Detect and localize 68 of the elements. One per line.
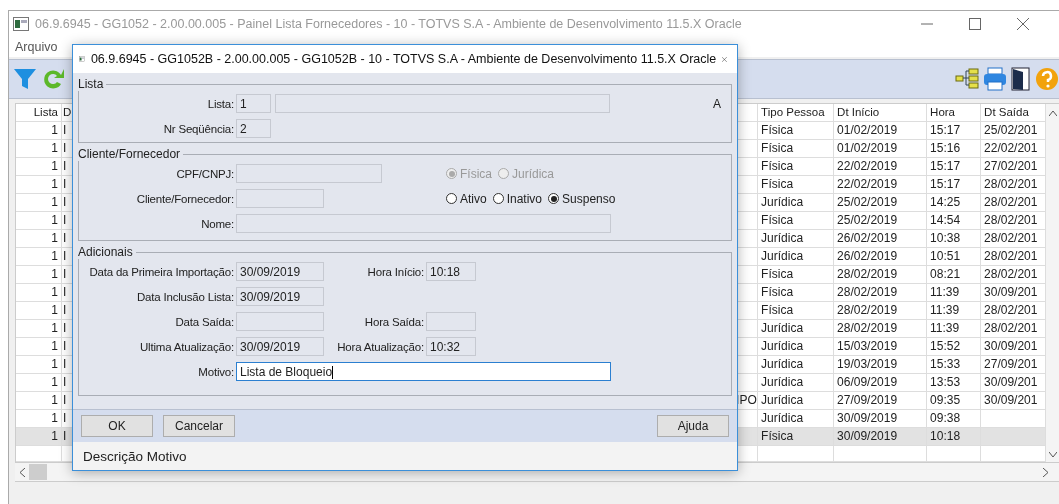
- input-field[interactable]: [426, 312, 476, 331]
- table-cell: 30/09/201: [984, 285, 1038, 299]
- scroll-right-icon[interactable]: [1043, 467, 1049, 477]
- field-label: Lista:: [206, 97, 235, 110]
- table-cell: 28/02/201: [984, 303, 1038, 317]
- input-field[interactable]: [236, 189, 324, 208]
- window-title: 06.9.6945 - GG1052 - 2.00.00.005 - Painel Lista Fornecedores - 10 - TOTVS S.A - Ambiente de Desenvolvimento 11.5.X Oracle: [35, 17, 743, 31]
- radio-option[interactable]: Inativo: [492, 191, 543, 206]
- menu-item[interactable]: Arquivo: [11, 40, 62, 54]
- field-label: Ultima Atualização:: [139, 340, 235, 353]
- field-label: Nome:: [200, 217, 235, 230]
- field-label: Hora Saída:: [363, 315, 425, 328]
- table-cell: 25/02/201: [984, 123, 1038, 137]
- table-cell: 28/02/201: [984, 177, 1038, 191]
- input-field[interactable]: 1: [236, 94, 271, 113]
- input-field[interactable]: 30/09/2019: [236, 287, 324, 306]
- input-field[interactable]: 10:18: [426, 262, 476, 281]
- table-cell: 30/09/201: [984, 375, 1038, 389]
- group-label: Lista: [78, 77, 105, 91]
- table-cell: 27/09/201: [984, 357, 1038, 371]
- dialog-button[interactable]: Cancelar: [163, 415, 235, 437]
- scroll-thumb[interactable]: [29, 464, 47, 480]
- dialog-button[interactable]: Ajuda: [657, 415, 729, 437]
- maximize-icon[interactable]: [969, 18, 981, 30]
- radio-option[interactable]: Ativo: [446, 191, 487, 206]
- printer-icon[interactable]: [983, 67, 1007, 91]
- field-label: Cliente/Fornecedor:: [135, 192, 235, 205]
- table-cell: 30/09/201: [984, 339, 1038, 353]
- field-label: CPF/CNPJ:: [175, 167, 235, 180]
- input-field[interactable]: [236, 164, 382, 183]
- tree-icon[interactable]: [955, 68, 979, 90]
- input-field[interactable]: [236, 214, 611, 233]
- field-label: Data Inclusão Lista:: [136, 290, 235, 303]
- refresh-icon[interactable]: [41, 67, 65, 91]
- table-cell: 28/02/201: [984, 267, 1038, 281]
- table-cell: 28/02/201: [984, 231, 1038, 245]
- scroll-down-icon[interactable]: [1048, 452, 1057, 458]
- flag-text: A: [713, 96, 721, 111]
- input-field[interactable]: 2: [236, 119, 271, 138]
- input-field[interactable]: [275, 94, 610, 113]
- scroll-up-icon[interactable]: [1048, 110, 1057, 116]
- scroll-left-icon[interactable]: [19, 467, 25, 477]
- input-field[interactable]: 30/09/2019: [236, 337, 324, 356]
- input-field[interactable]: 30/09/2019: [236, 262, 324, 281]
- vertical-scrollbar[interactable]: [1046, 104, 1059, 462]
- table-cell: 22/02/201: [984, 141, 1038, 155]
- field-label: Hora Atualização:: [336, 340, 425, 353]
- filter-icon[interactable]: [13, 68, 37, 90]
- table-cell: 27/02/201: [984, 159, 1038, 173]
- field-label: Motivo:: [197, 365, 235, 378]
- close-icon[interactable]: [1017, 18, 1029, 30]
- input-field[interactable]: [236, 312, 324, 331]
- input-field[interactable]: Lista de Bloqueio: [236, 362, 611, 381]
- table-cell: 30/09/201: [984, 393, 1038, 407]
- input-field[interactable]: 10:32: [426, 337, 476, 356]
- dialog-button[interactable]: OK: [81, 415, 153, 437]
- dialog-title: 06.9.6945 - GG1052B - 2.00.00.005 - GG1052B - 10 - TOTVS S.A - Ambiente de Desenvolvimento 11.5.X Oracle: [90, 52, 717, 66]
- table-cell: 28/02/201: [984, 249, 1038, 263]
- radio-option[interactable]: Suspenso: [548, 191, 616, 206]
- field-label: Data Saída:: [174, 315, 235, 328]
- table-cell: 28/02/201: [984, 213, 1038, 227]
- app-icon: [13, 17, 29, 31]
- field-label: Hora Início:: [366, 265, 425, 278]
- status-text: Descrição Motivo: [83, 448, 187, 464]
- table-cell: 28/02/201: [984, 321, 1038, 335]
- door-icon[interactable]: [1011, 67, 1031, 91]
- table-cell: 28/02/201: [984, 195, 1038, 209]
- field-label: Nr Seqüência:: [162, 122, 235, 135]
